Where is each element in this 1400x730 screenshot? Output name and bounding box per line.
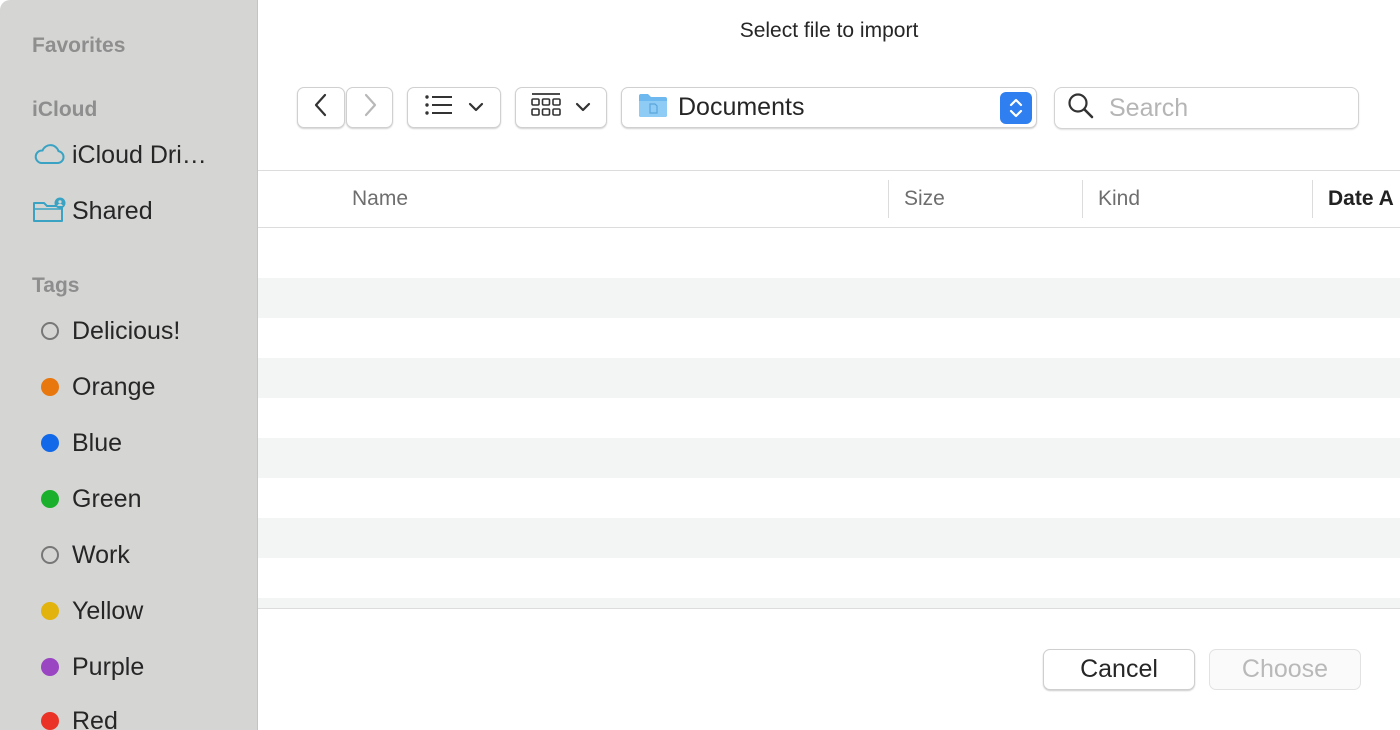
choose-button[interactable]: Choose [1209,649,1361,690]
column-separator[interactable] [1082,180,1083,218]
tag-color-dot [41,546,59,564]
sidebar-tag-yellow[interactable]: Yellow [32,589,252,633]
tag-color-dot [41,378,59,396]
tag-color-dot [41,322,59,340]
sidebar-item-label: Delicious! [72,316,181,345]
tag-color-dot [41,658,59,676]
grid-view-icon [531,92,561,123]
sidebar-tag-red[interactable]: Red [32,699,252,730]
sidebar-item-shared[interactable]: Shared [32,189,252,233]
sidebar-section-favorites: Favorites [32,34,126,57]
chevron-right-icon [363,93,377,122]
up-down-chevron-icon [1000,92,1032,124]
column-header-size[interactable]: Size [904,171,945,227]
column-separator[interactable] [1312,180,1313,218]
file-list[interactable] [258,228,1400,608]
sidebar-item-label: Red [72,706,118,730]
sidebar-item-label: Blue [72,428,123,457]
list-row [258,518,1400,558]
footer-divider [258,608,1400,609]
list-row [258,598,1400,608]
back-button[interactable] [297,87,345,128]
cancel-button[interactable]: Cancel [1043,649,1195,690]
sidebar: Favorites iCloud iCloud Dri… Shared Tags… [0,0,258,730]
group-by-button[interactable] [515,87,607,128]
forward-button[interactable] [346,87,393,128]
sidebar-item-label: Yellow [72,596,144,625]
list-row [258,318,1400,358]
sidebar-item-icloud-drive[interactable]: iCloud Dri… [32,133,252,177]
list-row [258,358,1400,398]
file-import-dialog: Favorites iCloud iCloud Dri… Shared Tags… [0,0,1400,730]
chevron-down-icon [468,99,484,117]
sidebar-tag-orange[interactable]: Orange [32,365,252,409]
list-view-icon [424,94,454,121]
chevron-left-icon [314,93,328,122]
list-row [258,228,1400,278]
view-mode-button[interactable] [407,87,501,128]
cloud-icon [32,139,72,171]
sidebar-item-label: iCloud Dri… [72,140,207,169]
list-row [258,398,1400,438]
header-divider [258,170,1400,171]
sidebar-section-tags: Tags [32,274,80,297]
chevron-down-icon [575,99,591,117]
folder-icon [638,92,668,123]
sidebar-tag-blue[interactable]: Blue [32,421,252,465]
sidebar-tag-work[interactable]: Work [32,533,252,577]
sidebar-item-label: Shared [72,196,153,225]
shared-folder-icon [32,195,72,227]
sidebar-item-label: Orange [72,372,156,401]
search-input[interactable] [1109,93,1339,123]
location-label: Documents [678,93,805,121]
tag-color-dot [41,602,59,620]
dialog-title: Select file to import [739,19,919,42]
column-header-name[interactable]: Name [352,171,408,227]
list-row [258,438,1400,478]
column-separator[interactable] [888,180,889,218]
sidebar-section-icloud: iCloud [32,98,98,121]
list-row [258,478,1400,518]
sidebar-item-label: Work [72,540,130,569]
location-select[interactable]: Documents [621,87,1037,128]
sidebar-tag-green[interactable]: Green [32,477,252,521]
tag-color-dot [41,712,59,730]
sidebar-tag-purple[interactable]: Purple [32,645,252,689]
tag-color-dot [41,490,59,508]
list-row [258,278,1400,318]
sidebar-tag-delicious[interactable]: Delicious! [32,309,252,353]
tag-color-dot [41,434,59,452]
search-icon [1067,92,1095,125]
sidebar-item-label: Green [72,484,142,513]
column-header-date-added[interactable]: Date A [1328,171,1400,227]
search-box [1054,87,1359,129]
column-header-kind[interactable]: Kind [1098,171,1140,227]
sidebar-item-label: Purple [72,652,145,681]
list-row [258,558,1400,598]
